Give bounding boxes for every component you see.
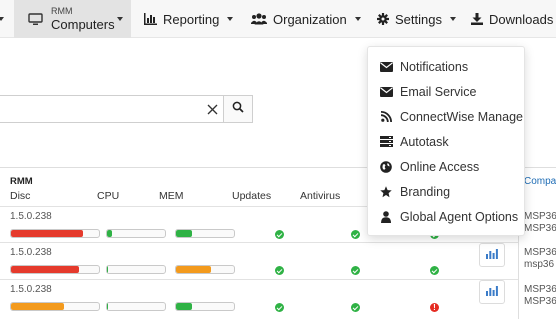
nav-settings-label: Settings <box>395 11 442 27</box>
company-line: msp36 <box>524 259 555 270</box>
bar-chart-icon <box>144 13 157 25</box>
nav-organization-label: Organization <box>273 11 347 27</box>
row-divider <box>0 279 518 280</box>
chevron-down-icon <box>354 17 361 21</box>
disc-usage-bar <box>10 265 100 274</box>
rmm-group-header: RMM <box>10 176 33 187</box>
search-icon <box>232 100 244 118</box>
mem-usage-bar-fill <box>176 303 192 310</box>
menu-item-notifications[interactable]: Notifications <box>368 54 526 79</box>
disc-usage-bar-fill <box>11 230 84 237</box>
alert-circle-icon <box>430 303 439 312</box>
settings-dropdown-menu: Notifications Email Service ConnectWise … <box>367 46 525 236</box>
company-line: MSP36 <box>524 296 556 307</box>
chevron-down-icon <box>227 17 234 21</box>
rss-icon <box>379 111 393 122</box>
disc-usage-bar-fill <box>11 266 79 273</box>
company-line: MSP36 <box>524 211 556 222</box>
nav-organization[interactable]: Organization <box>251 0 361 38</box>
antivirus-ok-icon <box>351 303 360 312</box>
server-icon <box>379 136 393 147</box>
mem-usage-bar <box>175 302 235 311</box>
row-divider <box>0 242 518 243</box>
users-icon <box>251 13 267 25</box>
agent-version: 1.5.0.238 <box>10 211 52 222</box>
chevron-down-icon[interactable] <box>0 17 4 21</box>
menu-item-autotask[interactable]: Autotask <box>368 129 526 154</box>
menu-item-label: Autotask <box>400 134 449 149</box>
menu-item-email-service[interactable]: Email Service <box>368 79 526 104</box>
gear-icon <box>377 13 389 25</box>
company-name: MSP36 msp36 <box>524 247 556 271</box>
menu-item-label: Notifications <box>400 59 469 74</box>
chevron-down-icon <box>117 17 123 21</box>
column-header-company[interactable]: Compa <box>524 176 556 187</box>
antivirus-ok-icon <box>351 266 360 275</box>
nav-downloads[interactable]: Downloads <box>471 0 553 38</box>
disc-usage-bar <box>10 302 100 311</box>
updates-ok-icon <box>275 303 284 312</box>
menu-item-label: Global Agent Options <box>400 209 519 224</box>
updates-ok-icon <box>275 230 284 239</box>
company-line: MSP36 <box>524 284 556 295</box>
agent-version: 1.5.0.238 <box>10 247 52 258</box>
column-header-mem[interactable]: MEM <box>159 190 184 202</box>
nav-computers-label: Computers <box>51 17 115 32</box>
antivirus-ok-icon <box>351 230 360 239</box>
download-icon <box>471 13 483 25</box>
search-button[interactable] <box>223 95 253 123</box>
nav-computers-group: RMM <box>51 6 73 16</box>
company-name: MSP36 MSP36 <box>524 284 556 308</box>
menu-item-branding[interactable]: Branding <box>368 179 526 204</box>
check-circle-icon <box>430 266 439 275</box>
chart-button[interactable] <box>479 280 505 304</box>
column-header-cpu[interactable]: CPU <box>97 190 119 202</box>
company-name: MSP36 MSP36 <box>524 211 556 235</box>
column-header-disc[interactable]: Disc <box>10 190 30 202</box>
user-icon <box>379 210 393 223</box>
cpu-usage-bar-fill <box>107 266 109 273</box>
mem-usage-bar <box>175 265 235 274</box>
disc-usage-bar-fill <box>11 303 64 310</box>
nav-downloads-label: Downloads <box>489 11 554 27</box>
disc-usage-bar <box>10 229 100 238</box>
globe-icon <box>379 160 393 173</box>
cpu-usage-bar-fill <box>107 303 109 310</box>
nav-reporting-label: Reporting <box>163 11 220 27</box>
agent-version: 1.5.0.238 <box>10 284 52 295</box>
cpu-usage-bar <box>106 302 166 311</box>
top-navbar: RMM Computers Reporting Organization Set… <box>0 0 556 38</box>
chart-button[interactable] <box>479 243 505 267</box>
nav-computers[interactable]: RMM Computers <box>14 0 131 38</box>
menu-item-label: Email Service <box>400 84 477 99</box>
company-line: MSP36 <box>524 247 556 258</box>
chevron-down-icon <box>449 17 456 21</box>
menu-item-global-agent-options[interactable]: Global Agent Options <box>368 204 526 229</box>
envelope-icon <box>379 61 393 72</box>
nav-reporting[interactable]: Reporting <box>144 0 234 38</box>
bar-chart-icon <box>486 283 498 301</box>
search-input[interactable] <box>0 95 224 123</box>
nav-settings[interactable]: Settings <box>377 0 456 38</box>
mem-usage-bar-fill <box>176 230 192 237</box>
envelope-icon <box>379 86 393 97</box>
menu-item-label: ConnectWise Manage <box>400 109 523 124</box>
cpu-usage-bar <box>106 265 166 274</box>
company-line: MSP36 <box>524 223 556 234</box>
cpu-usage-bar <box>106 229 166 238</box>
updates-ok-icon <box>275 266 284 275</box>
menu-item-label: Online Access <box>400 159 480 174</box>
menu-item-connectwise-manage[interactable]: ConnectWise Manage <box>368 104 526 129</box>
menu-item-online-access[interactable]: Online Access <box>368 154 526 179</box>
column-header-updates[interactable]: Updates <box>232 190 271 202</box>
close-icon[interactable] <box>201 95 224 123</box>
bar-chart-icon <box>486 246 498 264</box>
star-icon <box>379 185 393 198</box>
column-header-antivirus[interactable]: Antivirus <box>300 190 340 202</box>
cpu-usage-bar-fill <box>107 230 112 237</box>
menu-item-label: Branding <box>400 184 451 199</box>
monitor-icon <box>28 12 43 26</box>
mem-usage-bar-fill <box>176 266 211 273</box>
mem-usage-bar <box>175 229 235 238</box>
